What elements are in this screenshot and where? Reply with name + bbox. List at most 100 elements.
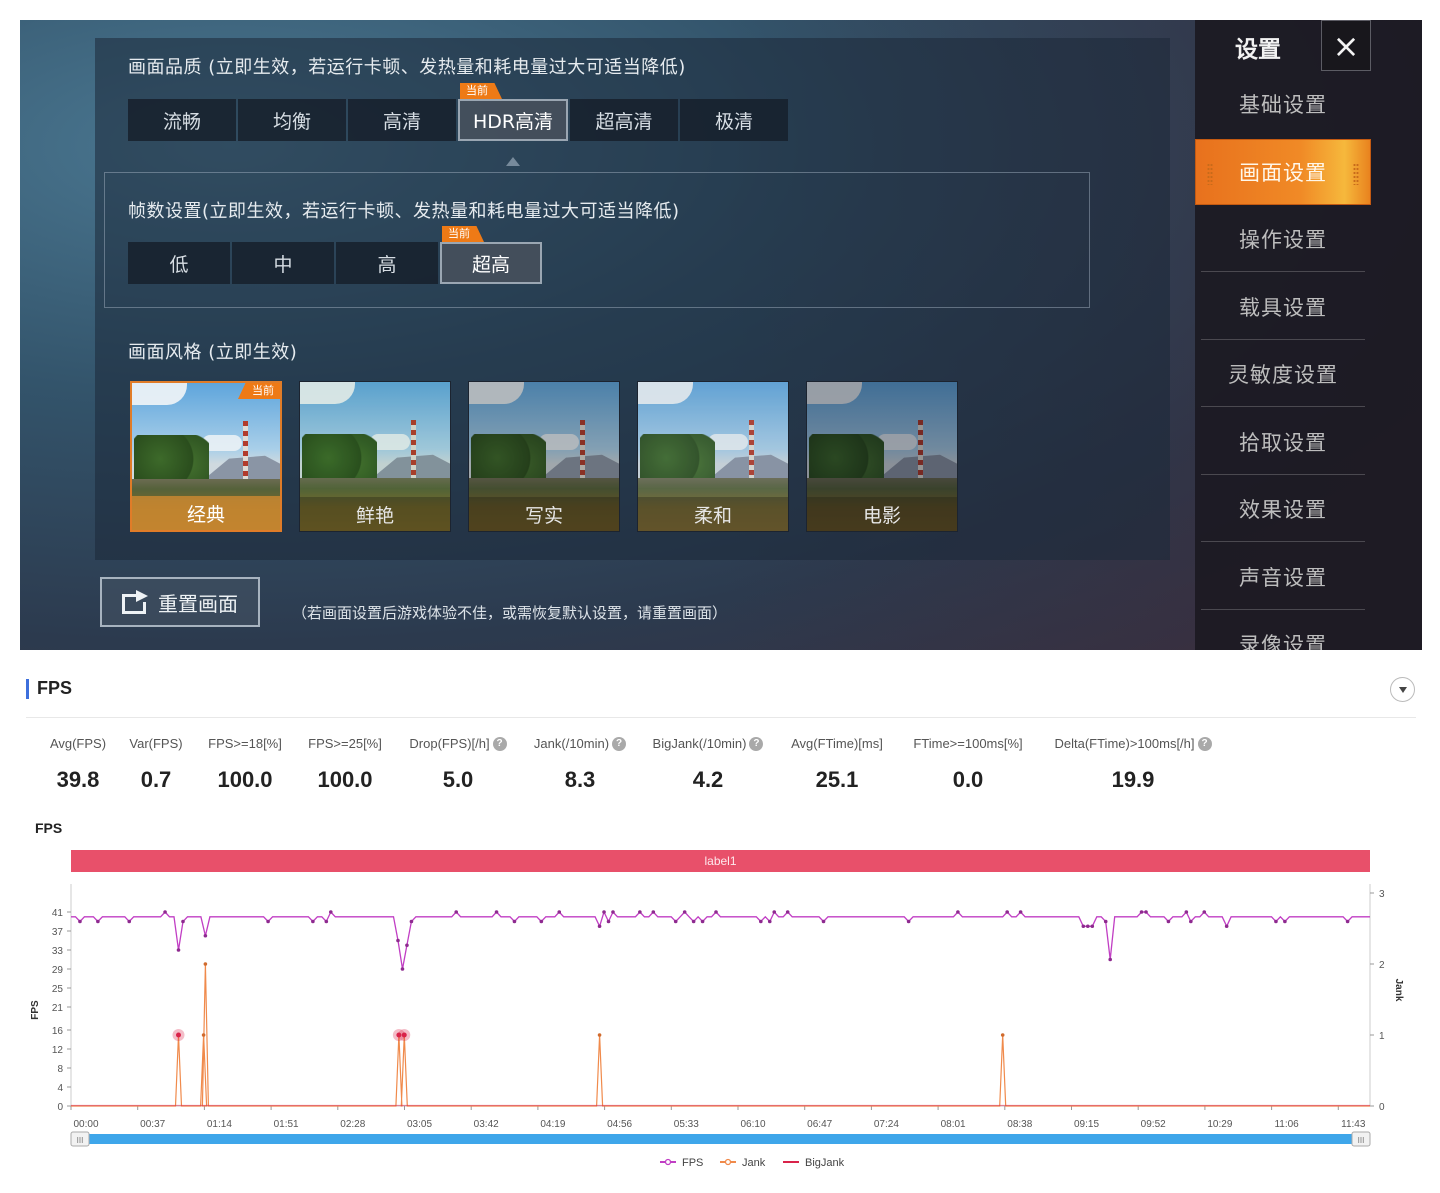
fps-point [163,910,167,914]
sidebar-item-label: 灵敏度设置 [1228,363,1338,387]
sidebar-item-label: 画面设置 [1239,160,1327,185]
legend-item[interactable]: FPS [682,1157,703,1169]
fps-panel-title: FPS [37,678,73,698]
y2-tick-label: 0 [1379,1102,1385,1113]
sidebar-item[interactable]: 拾取设置 [1201,409,1365,475]
sidebar-item[interactable]: 操作设置 [1201,206,1365,272]
zoom-slider-track [71,1134,1370,1144]
sidebar-item[interactable]: 声音设置 [1201,544,1365,610]
sidebar-item[interactable]: 灵敏度设置 [1201,341,1365,407]
fps-point [611,910,615,914]
quality-option[interactable]: 均衡 [238,99,346,141]
sidebar-item-label: 拾取设置 [1239,430,1327,455]
y2-tick-label: 1 [1379,1031,1385,1042]
quality-option[interactable]: 超高清 [570,99,678,141]
close-icon: × [1332,26,1360,65]
sidebar-item[interactable]: 效果设置 [1201,476,1365,542]
jank-series-line [71,963,1370,1107]
fps-point [1202,910,1207,914]
x-tick-label: 06:10 [740,1119,765,1130]
jank-point [201,1033,206,1037]
style-option[interactable]: 电影 [806,381,958,532]
fps-point [203,933,208,938]
fps-point [454,910,459,914]
quality-option[interactable]: 流畅 [128,99,236,141]
x-tick-label: 04:56 [607,1119,632,1130]
framerate-option[interactable]: 中 [232,242,334,284]
fps-point [78,919,82,924]
fps-point [906,919,911,924]
metric-value: 19.9 [1111,767,1155,792]
metric-label: Delta(FTime)>100ms[/h]? [1033,736,1233,751]
sidebar-divider [1201,406,1365,407]
fps-series-line [71,910,1370,970]
fps-point [1108,957,1112,962]
y2-tick-label: 2 [1379,960,1385,971]
legend-item[interactable]: BigJank [805,1157,845,1169]
framerate-section-title: 帧数设置(立即生效，若运行卡顿、发热量和耗电量过大可适当降低) [128,201,680,222]
legend-item[interactable]: Jank [742,1157,766,1169]
help-icon[interactable]: ? [1197,736,1212,751]
bigjank-point [176,1032,182,1038]
y-tick-label: 25 [52,984,64,995]
quality-option[interactable]: 高清 [348,99,456,141]
sidebar-item[interactable]: 画面设置 [1195,138,1371,205]
style-option[interactable]: 柔和 [637,381,789,532]
fps-point [1166,919,1171,924]
grip-icon [1207,162,1213,185]
style-option[interactable]: 鲜艳 [299,381,451,532]
style-option[interactable]: 经典 当前 [130,381,282,532]
collapse-button[interactable] [1390,677,1415,702]
quality-option-label: 高清 [382,110,421,133]
fps-point [606,919,611,924]
framerate-option[interactable]: 低 [128,242,230,284]
style-option[interactable]: 写实 [468,381,620,532]
style-option-label: 柔和 [638,497,788,531]
x-tick-label: 00:00 [73,1119,98,1130]
x-tick-label: 06:47 [807,1119,832,1130]
sidebar-item[interactable]: 基础设置 [1201,71,1365,137]
quality-option[interactable]: HDR高清 当前 [458,83,568,141]
fps-point [311,919,315,924]
y-tick-label: 8 [57,1064,63,1075]
fps-point [785,910,790,914]
sidebar-divider [1201,541,1365,542]
fps-point [396,938,400,943]
framerate-option-label: 高 [377,253,397,276]
y-tick-label: 0 [57,1102,63,1113]
fps-point [409,919,414,924]
jank-point [597,1033,602,1037]
quality-option-label: 极清 [714,110,753,133]
fps-point [1189,919,1193,924]
fps-point [1144,910,1148,914]
style-option-label: 写实 [469,497,619,531]
fps-point [96,919,100,924]
sidebar-item-label: 效果设置 [1239,498,1327,522]
fps-point [714,910,718,914]
quality-option[interactable]: 极清 [680,99,788,141]
style-section-title: 画面风格 (立即生效) [128,342,298,363]
y-tick-label: 37 [52,927,64,938]
sidebar-item[interactable]: 录像设置 [1201,611,1365,650]
sidebar-divider [1201,271,1365,272]
x-tick-label: 03:42 [474,1119,499,1130]
x-tick-label: 01:14 [207,1119,232,1130]
x-tick-label: 10:29 [1207,1119,1232,1130]
sidebar-divider [1201,608,1365,610]
close-button[interactable]: × [1321,20,1371,71]
fps-point [1018,910,1023,914]
framerate-option[interactable]: 高 [336,242,438,284]
label-band-text: label1 [704,854,736,868]
jank-point [1000,1033,1005,1037]
framerate-option[interactable]: 超高 当前 [440,226,542,284]
sidebar-item[interactable]: 载具设置 [1201,274,1365,340]
metric-item: Delta(FTime)>100ms[/h]? 19.9 [1033,736,1233,793]
style-option-label: 经典 [132,496,280,530]
reset-graphics-button[interactable]: 重置画面 [100,577,260,627]
metric-label-text: BigJank(/10min) [652,736,747,751]
chart-title: FPS [35,820,63,836]
x-tick-label: 05:33 [674,1119,699,1130]
framerate-selector: 低 中 高 超高 当前 [128,226,542,284]
y-tick-label: 33 [52,946,64,957]
sidebar-divider [1201,338,1365,340]
